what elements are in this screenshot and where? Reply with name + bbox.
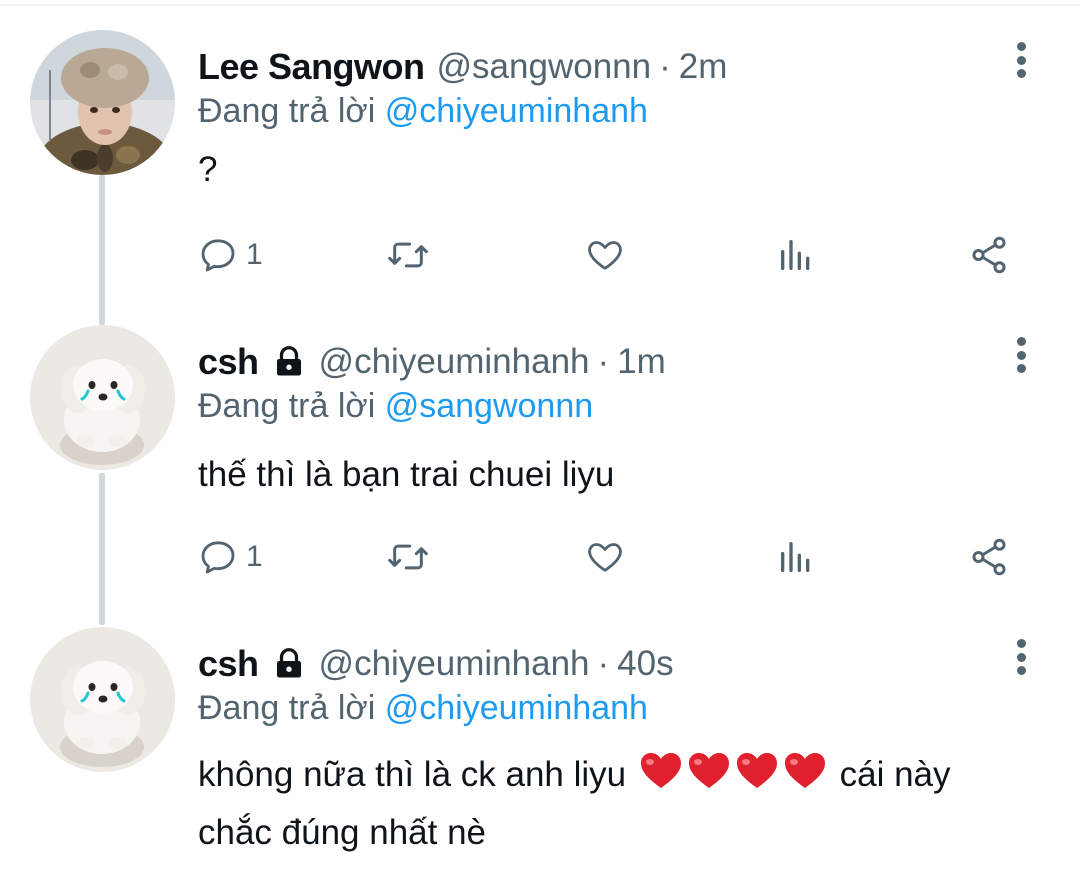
user-handle[interactable]: @chiyeuminhanh bbox=[319, 644, 590, 684]
timestamp[interactable]: 40s bbox=[617, 644, 673, 684]
replying-prefix: Đang trả lời bbox=[198, 689, 376, 727]
retweet-button[interactable] bbox=[386, 532, 430, 582]
puppy-avatar-image bbox=[30, 627, 175, 772]
replying-to-handle[interactable]: @sangwonnn bbox=[385, 387, 593, 425]
reply-button[interactable]: 1 bbox=[198, 230, 263, 280]
share-button[interactable] bbox=[968, 532, 1010, 582]
share-icon bbox=[972, 538, 1006, 576]
tweet-text-part: chắc đúng nhất nè bbox=[198, 813, 487, 852]
like-icon bbox=[588, 543, 622, 572]
avatar[interactable] bbox=[30, 627, 175, 772]
action-bar: 1 bbox=[198, 532, 1028, 582]
share-icon bbox=[972, 236, 1006, 274]
puppy-avatar-image bbox=[30, 325, 175, 470]
reply-count: 1 bbox=[246, 238, 263, 271]
reply-button[interactable]: 1 bbox=[198, 532, 263, 582]
tweet[interactable]: csh @chiyeuminhanh · 1m Đang trả lời @sa… bbox=[0, 325, 1080, 615]
more-options-icon[interactable] bbox=[1004, 40, 1038, 80]
tweet-header: Lee Sangwon @sangwonnn · 2m bbox=[198, 42, 727, 92]
reply-icon bbox=[201, 239, 235, 272]
reply-icon bbox=[201, 541, 235, 574]
display-name[interactable]: Lee Sangwon bbox=[198, 46, 425, 88]
more-options-icon[interactable] bbox=[1004, 637, 1038, 677]
replying-to-handle[interactable]: @chiyeuminhanh bbox=[385, 689, 648, 727]
user-handle[interactable]: @chiyeuminhanh bbox=[319, 342, 590, 382]
replying-to-handle[interactable]: @chiyeuminhanh bbox=[385, 92, 648, 130]
separator-dot: · bbox=[597, 644, 610, 683]
lock-icon bbox=[271, 344, 307, 380]
more-options-icon[interactable] bbox=[1004, 335, 1038, 375]
like-icon bbox=[588, 241, 622, 270]
separator-dot: · bbox=[659, 47, 671, 86]
user-handle[interactable]: @sangwonnn bbox=[437, 47, 652, 87]
replying-to: Đang trả lời @chiyeuminhanh bbox=[198, 689, 648, 728]
replying-prefix: Đang trả lời bbox=[198, 387, 376, 425]
retweet-icon bbox=[388, 544, 428, 570]
tweet-text-part: cái này bbox=[839, 755, 951, 794]
analytics-button[interactable] bbox=[776, 532, 816, 582]
timestamp[interactable]: 1m bbox=[617, 342, 666, 382]
lock-icon bbox=[271, 646, 307, 682]
tweet-header: csh @chiyeuminhanh · 40s bbox=[198, 639, 674, 689]
display-name[interactable]: csh bbox=[198, 341, 259, 383]
display-name[interactable]: csh bbox=[198, 643, 259, 685]
replying-to: Đang trả lời @sangwonnn bbox=[198, 387, 593, 426]
tweet-header: csh @chiyeuminhanh · 1m bbox=[198, 337, 666, 387]
timestamp[interactable]: 2m bbox=[679, 47, 728, 87]
avatar[interactable] bbox=[30, 30, 175, 175]
like-button[interactable] bbox=[583, 230, 627, 280]
top-divider bbox=[0, 4, 1080, 6]
share-button[interactable] bbox=[968, 230, 1010, 280]
tweet-text: ? bbox=[198, 150, 218, 189]
action-bar: 1 bbox=[198, 230, 1028, 280]
analytics-button[interactable] bbox=[776, 230, 816, 280]
avatar[interactable] bbox=[30, 325, 175, 470]
person-avatar-image bbox=[30, 30, 175, 175]
tweet-text: không nữa thì là ck anh liyu cái này chắ… bbox=[198, 749, 1028, 859]
replying-prefix: Đang trả lời bbox=[198, 92, 376, 130]
retweet-icon bbox=[388, 242, 428, 268]
separator-dot: · bbox=[597, 342, 610, 381]
replying-to: Đang trả lời @chiyeuminhanh bbox=[198, 92, 648, 131]
reply-count: 1 bbox=[246, 540, 263, 573]
retweet-button[interactable] bbox=[386, 230, 430, 280]
tweet[interactable]: csh @chiyeuminhanh · 40s Đang trả lời @c… bbox=[0, 627, 1080, 879]
tweet-text-part: không nữa thì là ck anh liyu bbox=[198, 755, 627, 794]
red-heart-emoji bbox=[637, 750, 829, 807]
like-button[interactable] bbox=[583, 532, 627, 582]
analytics-icon bbox=[781, 542, 810, 572]
tweet[interactable]: Lee Sangwon @sangwonnn · 2m Đang trả lời… bbox=[0, 30, 1080, 320]
tweet-text: thế thì là bạn trai chuei liyu bbox=[198, 455, 615, 494]
analytics-icon bbox=[781, 240, 810, 270]
